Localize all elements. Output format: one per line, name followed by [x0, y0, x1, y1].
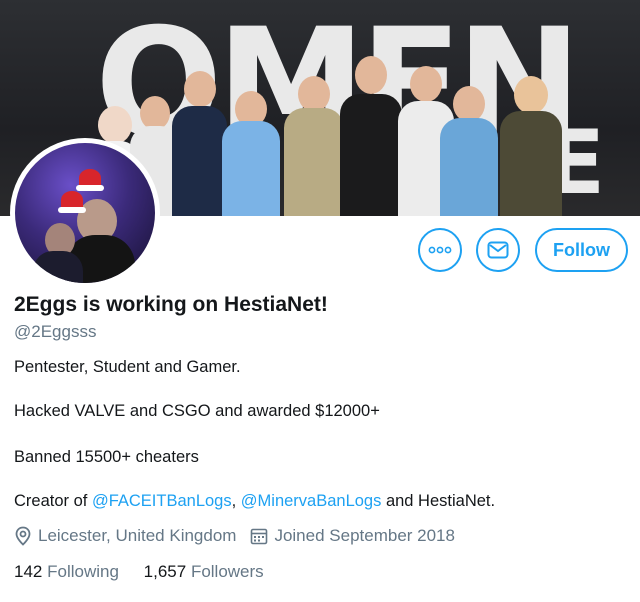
banner-person: [340, 56, 402, 216]
avatar[interactable]: [10, 138, 160, 288]
followers-label: Followers: [190, 562, 264, 581]
joined-text: Joined September 2018: [274, 526, 455, 545]
follow-button[interactable]: Follow: [535, 228, 628, 272]
handle[interactable]: @2Eggsss: [14, 322, 96, 342]
follow-stats: 142 Following 1,657 Followers: [14, 562, 284, 582]
profile-meta: Leicester, United Kingdom Joined Septemb…: [14, 526, 469, 546]
bio-line: Pentester, Student and Gamer.: [14, 358, 241, 376]
envelope-icon: [487, 241, 509, 259]
mention-link-faceitbanlogs[interactable]: @FACEITBanLogs: [92, 492, 232, 510]
bio-text: Creator of: [14, 492, 92, 510]
avatar-person-body: [33, 251, 83, 283]
followers-count: 1,657: [143, 562, 187, 581]
banner-person: [222, 91, 280, 216]
banner-person: [500, 76, 562, 216]
display-name: 2Eggs is working on HestiaNet!: [14, 293, 328, 316]
followers-stat[interactable]: 1,657 Followers: [144, 562, 264, 582]
location-pin-icon: [15, 526, 31, 546]
calendar-icon: [251, 528, 268, 545]
following-stat[interactable]: 142 Following: [14, 562, 119, 582]
bio-text: and HestiaNet.: [381, 492, 496, 510]
bio-line: Creator of @FACEITBanLogs, @MinervaBanLo…: [14, 492, 495, 511]
banner-person: [172, 71, 227, 216]
more-button[interactable]: [418, 228, 462, 272]
message-button[interactable]: [476, 228, 520, 272]
location: Leicester, United Kingdom: [14, 526, 236, 546]
santa-hat-icon: [76, 169, 104, 191]
following-count: 142: [14, 562, 43, 581]
bio-text: ,: [231, 492, 241, 510]
bio-line: Banned 15500+ cheaters: [14, 448, 199, 466]
banner-person: [440, 86, 498, 216]
location-text: Leicester, United Kingdom: [38, 526, 237, 545]
following-label: Following: [47, 562, 119, 581]
banner-person: [284, 76, 344, 216]
more-icon: [428, 246, 452, 254]
santa-hat-icon: [58, 191, 86, 213]
bio-line: Hacked VALVE and CSGO and awarded $12000…: [14, 402, 380, 420]
mention-link-minervabanlogs[interactable]: @MinervaBanLogs: [241, 492, 382, 510]
joined-date: Joined September 2018: [250, 526, 455, 546]
